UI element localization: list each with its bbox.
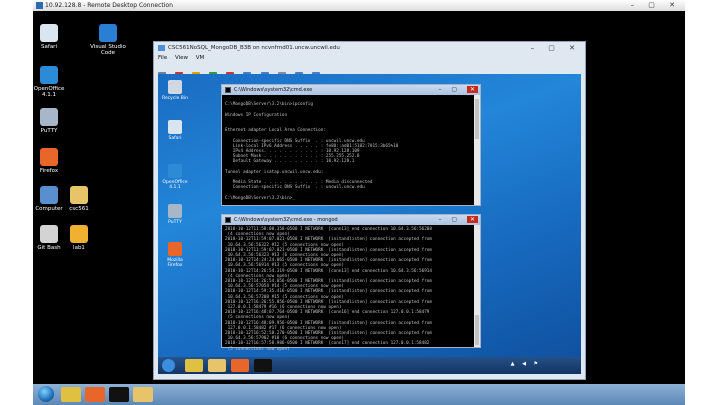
- guest-shortcut-putty[interactable]: PuTTY: [160, 204, 190, 225]
- start-button[interactable]: [38, 386, 54, 402]
- rdp-window-controls[interactable]: – ▢ ✕: [631, 1, 681, 10]
- cmd1-title-bar[interactable]: C:\Windows\system32\cmd.exe – ▢ ✕: [222, 85, 480, 95]
- desktop-shortcut-vscode[interactable]: Visual Studio Code: [88, 24, 128, 56]
- guest-shortcut-openoffice[interactable]: OpenOffice 4.1.1: [160, 164, 190, 190]
- safari-icon: [40, 24, 58, 42]
- cmd2-title-bar[interactable]: C:\Windows\system32\cmd.exe - mongod – ▢…: [222, 215, 480, 225]
- cmd-window-mongod[interactable]: C:\Windows\system32\cmd.exe - mongod – ▢…: [221, 214, 481, 352]
- host-taskbar: [33, 384, 685, 405]
- guest-shortcut-label: Recycle Bin: [162, 96, 188, 101]
- guest-shortcut-label: OpenOffice 4.1.1: [162, 180, 188, 190]
- cmd-icon: [225, 87, 231, 93]
- vscode-icon: [99, 24, 117, 42]
- desktop-shortcut-label: Visual Studio Code: [90, 44, 126, 56]
- guest-system-tray[interactable]: ▲ ◀ ⚑: [511, 361, 541, 367]
- guest-shortcut-recycle-bin[interactable]: Recycle Bin: [160, 80, 190, 101]
- cmd1-title: C:\Windows\system32\cmd.exe: [234, 87, 313, 93]
- host-taskbar-file-explorer-icon[interactable]: [133, 387, 153, 402]
- guest-taskbar-chrome-icon[interactable]: [185, 359, 203, 372]
- desktop-shortcut-label: OpenOffice 4.1.1: [33, 86, 65, 98]
- remote-desktop-screen: 10.92.128.8 - Remote Desktop Connection …: [33, 0, 685, 405]
- cmd1-scrollbar[interactable]: [474, 95, 480, 205]
- computer-icon: [40, 186, 58, 204]
- vm-console-window: CSC561NoSQL_MongoDB_B3B on ncvnfrnd01.un…: [153, 41, 586, 380]
- vm-menu-bar: File View VM: [158, 54, 210, 63]
- desktop-shortcut-sql-file[interactable]: lab1: [59, 225, 99, 251]
- guest-desktop: Recycle Bin Safari OpenOffice 4.1.1 PuTTY Mo…: [158, 74, 581, 374]
- openoffice-icon: [40, 66, 58, 84]
- desktop-shortcut-label: Firefox: [39, 168, 59, 174]
- desktop-shortcut-folder[interactable]: csc561: [59, 186, 99, 212]
- guest-taskbar-cmd-icon[interactable]: [254, 359, 272, 372]
- desktop-shortcut-label: csc561: [69, 206, 89, 212]
- cmd1-window-controls[interactable]: – ▢ ✕: [438, 85, 478, 95]
- desktop-shortcut-putty[interactable]: PuTTY: [33, 108, 69, 134]
- cmd2-title: C:\Windows\system32\cmd.exe - mongod: [234, 217, 338, 223]
- safari-icon: [168, 120, 182, 134]
- cmd2-window-controls[interactable]: – ▢ ✕: [438, 215, 478, 225]
- guest-taskbar-explorer-icon[interactable]: [208, 359, 226, 372]
- rdp-app-icon: [36, 2, 43, 9]
- host-taskbar-firefox-icon[interactable]: [85, 387, 105, 402]
- desktop-shortcut-label: PostgreSQL: [94, 0, 126, 4]
- desktop-shortcut-openoffice[interactable]: OpenOffice 4.1.1: [33, 66, 69, 98]
- desktop-shortcut-label: lab1: [73, 245, 85, 251]
- desktop-shortcut-postgresql[interactable]: PostgreSQL: [90, 0, 130, 4]
- cmd1-output: C:\MongoDB\Server\3.2\bin>ipconfig Windo…: [225, 102, 399, 201]
- vm-app-icon: [158, 45, 165, 51]
- vm-window-title: CSC561NoSQL_MongoDB_B3B on ncvnfrnd01.un…: [168, 45, 340, 51]
- desktop-shortcut-label: Safari: [41, 44, 57, 50]
- cmd2-output: 2018-10-12T11:58:08.358-0500 I NETWORK […: [225, 227, 432, 352]
- guest-taskbar-start-orb-icon[interactable]: [162, 359, 175, 372]
- folder-icon: [70, 186, 88, 204]
- cmd-window-ipconfig[interactable]: C:\Windows\system32\cmd.exe – ▢ ✕ C:\Mon…: [221, 84, 481, 206]
- host-taskbar-cmd-icon[interactable]: [109, 387, 129, 402]
- guest-shortcut-firefox[interactable]: Mozilla Firefox: [160, 242, 190, 268]
- putty-icon: [168, 204, 182, 218]
- openoffice-icon: [168, 164, 182, 178]
- host-taskbar-chrome-icon[interactable]: [61, 387, 81, 402]
- desktop-shortcut-label: PuTTY: [40, 128, 58, 134]
- vm-window-controls[interactable]: – ▢ ✕: [531, 43, 581, 53]
- guest-taskbar: ▲ ◀ ⚑: [158, 357, 581, 374]
- guest-shortcut-safari[interactable]: Safari: [160, 120, 190, 141]
- sql-file-icon: [70, 225, 88, 243]
- menu-vm[interactable]: VM: [196, 55, 205, 61]
- firefox-icon: [168, 242, 182, 256]
- desktop-shortcut-firefox[interactable]: Firefox: [33, 148, 69, 174]
- guest-shortcut-label: Safari: [168, 136, 182, 141]
- desktop-shortcut-safari[interactable]: Safari: [33, 24, 69, 50]
- rdp-title-bar[interactable]: 10.92.128.8 - Remote Desktop Connection …: [33, 0, 685, 11]
- vm-title-bar[interactable]: CSC561NoSQL_MongoDB_B3B on ncvnfrnd01.un…: [154, 42, 585, 54]
- guest-taskbar-firefox-icon[interactable]: [231, 359, 249, 372]
- recycle-bin-icon: [168, 80, 182, 94]
- guest-shortcut-label: Mozilla Firefox: [167, 258, 183, 268]
- menu-view[interactable]: View: [175, 55, 188, 61]
- gitbash-icon: [40, 225, 58, 243]
- guest-shortcut-label: PuTTY: [168, 220, 182, 225]
- firefox-icon: [40, 148, 58, 166]
- cmd2-scrollbar[interactable]: [474, 225, 480, 347]
- putty-icon: [40, 108, 58, 126]
- menu-file[interactable]: File: [158, 55, 167, 61]
- vm-toolbar: [158, 64, 324, 79]
- cmd-icon: [225, 217, 231, 223]
